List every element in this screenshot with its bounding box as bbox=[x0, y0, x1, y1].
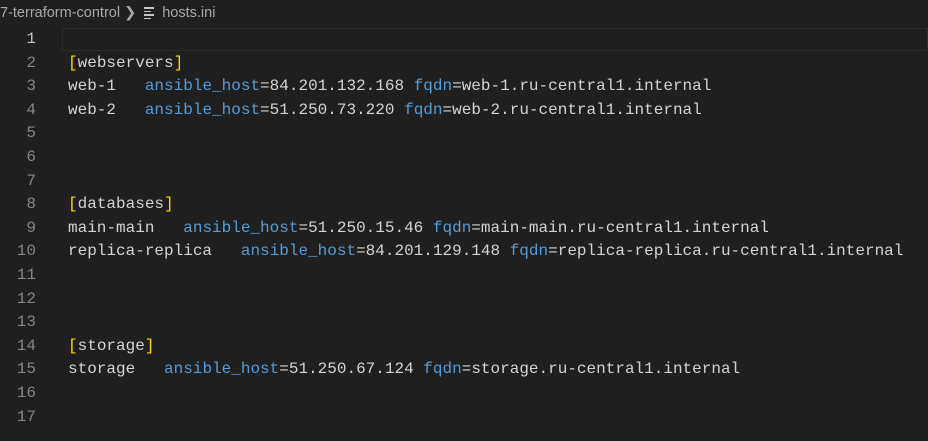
line-number: 11 bbox=[16, 265, 36, 284]
code-line[interactable]: 16 bbox=[0, 382, 928, 406]
line-content: storage ansible_host=51.250.67.124 fqdn=… bbox=[68, 360, 741, 379]
key-ansible-host: ansible_host bbox=[164, 360, 280, 379]
section-name: webservers bbox=[77, 53, 174, 72]
key-ansible-host: ansible_host bbox=[240, 242, 357, 261]
file-lines-icon bbox=[144, 5, 155, 21]
code-line[interactable]: 8 [databases] bbox=[0, 193, 928, 217]
line-number: 15 bbox=[16, 360, 36, 379]
value-fqdn: web-1.ru-central1.internal bbox=[461, 77, 712, 96]
code-line[interactable]: 1 bbox=[0, 28, 928, 52]
code-line[interactable]: 11 bbox=[0, 264, 928, 288]
breadcrumb-file[interactable]: hosts.ini bbox=[162, 5, 215, 21]
bracket-open: [ bbox=[68, 195, 78, 214]
value-fqdn: replica-replica.ru-central1.internal bbox=[557, 242, 904, 261]
host-name: replica-replica bbox=[68, 242, 213, 261]
line-number: 14 bbox=[16, 336, 36, 355]
code-line[interactable]: 13 bbox=[0, 311, 928, 335]
code-line[interactable]: 14 [storage] bbox=[0, 335, 928, 359]
spacing bbox=[116, 101, 145, 119]
code-line[interactable]: 12 bbox=[0, 288, 928, 312]
line-content: main-main ansible_host=51.250.15.46 fqdn… bbox=[68, 218, 769, 237]
spacing bbox=[154, 219, 183, 237]
line-number: 8 bbox=[26, 195, 36, 214]
chevron-right-icon: ❯ bbox=[124, 5, 137, 21]
breadcrumb: 7-terraform-control ❯ hosts.ini bbox=[0, 0, 928, 26]
host-name: main-main bbox=[68, 218, 155, 237]
value-ip: 51.250.67.124 bbox=[288, 360, 414, 379]
code-line[interactable]: 7 bbox=[0, 170, 928, 194]
bracket-open: [ bbox=[68, 336, 78, 355]
current-line-highlight bbox=[62, 28, 928, 51]
bracket-close: ] bbox=[173, 53, 184, 72]
key-fqdn: fqdn bbox=[413, 77, 453, 96]
code-line[interactable]: 2 [webservers] bbox=[0, 52, 928, 76]
line-number: 10 bbox=[16, 242, 36, 261]
line-number: 6 bbox=[26, 147, 36, 166]
breadcrumb-folder[interactable]: 7-terraform-control bbox=[0, 5, 120, 21]
line-content: [databases] bbox=[68, 193, 174, 217]
line-number: 7 bbox=[26, 171, 36, 190]
spacing bbox=[212, 242, 241, 260]
line-number: 2 bbox=[26, 53, 36, 72]
bracket-open: [ bbox=[68, 53, 78, 72]
line-number: 13 bbox=[16, 313, 36, 332]
host-name: web-1 bbox=[68, 77, 117, 96]
host-name: web-2 bbox=[68, 100, 117, 119]
code-line[interactable]: 9 main-main ansible_host=51.250.15.46 fqd… bbox=[0, 217, 928, 241]
line-number: 3 bbox=[26, 77, 36, 96]
code-line[interactable]: 15 storage ansible_host=51.250.67.124 fqd… bbox=[0, 358, 928, 382]
section-name: databases bbox=[77, 195, 165, 214]
key-fqdn: fqdn bbox=[423, 360, 462, 379]
line-number: 1 bbox=[26, 30, 36, 48]
key-fqdn: fqdn bbox=[432, 218, 472, 237]
line-number: 16 bbox=[16, 383, 36, 402]
line-number: 17 bbox=[16, 407, 36, 426]
value-ip: 84.201.132.168 bbox=[269, 77, 405, 96]
section-name: storage bbox=[77, 336, 145, 355]
value-ip: 51.250.73.220 bbox=[269, 100, 395, 119]
line-content: web-2 ansible_host=51.250.73.220 fqdn=we… bbox=[68, 100, 702, 119]
line-number: 4 bbox=[26, 100, 36, 119]
code-line[interactable]: 10 replica-replica ansible_host=84.201.12… bbox=[0, 240, 928, 264]
line-content: [webservers] bbox=[68, 52, 183, 76]
spacing bbox=[116, 77, 145, 95]
line-content: [storage] bbox=[68, 335, 154, 359]
key-fqdn: fqdn bbox=[404, 100, 443, 119]
line-number: 9 bbox=[26, 218, 36, 237]
code-line[interactable]: 5 bbox=[0, 122, 928, 146]
bracket-close: ] bbox=[164, 195, 174, 214]
code-line[interactable]: 3 web-1 ansible_host=84.201.132.168 fqdn=… bbox=[0, 75, 928, 99]
code-editor[interactable]: 1 2 [webservers] 3 web-1 ansible_host=84.201… bbox=[0, 28, 928, 429]
key-ansible-host: ansible_host bbox=[183, 218, 299, 237]
key-fqdn: fqdn bbox=[509, 242, 549, 261]
code-line[interactable]: 17 bbox=[0, 406, 928, 430]
code-line[interactable]: 6 bbox=[0, 146, 928, 170]
value-fqdn: web-2.ru-central1.internal bbox=[452, 100, 702, 119]
code-line[interactable]: 4 web-2 ansible_host=51.250.73.220 fqdn=w… bbox=[0, 99, 928, 123]
host-name: storage bbox=[68, 360, 136, 379]
value-fqdn: main-main.ru-central1.internal bbox=[480, 218, 769, 237]
value-ip: 51.250.15.46 bbox=[308, 218, 424, 237]
bracket-close: ] bbox=[144, 336, 155, 355]
value-fqdn: storage.ru-central1.internal bbox=[471, 360, 741, 379]
line-content: web-1 ansible_host=84.201.132.168 fqdn=w… bbox=[68, 77, 712, 96]
key-ansible-host: ansible_host bbox=[144, 77, 261, 96]
value-ip: 84.201.129.148 bbox=[365, 242, 501, 261]
spacing bbox=[135, 360, 164, 378]
line-content: replica-replica ansible_host=84.201.129.… bbox=[68, 242, 904, 261]
line-number: 5 bbox=[26, 124, 36, 143]
line-number: 12 bbox=[16, 289, 36, 308]
key-ansible-host: ansible_host bbox=[144, 100, 261, 119]
